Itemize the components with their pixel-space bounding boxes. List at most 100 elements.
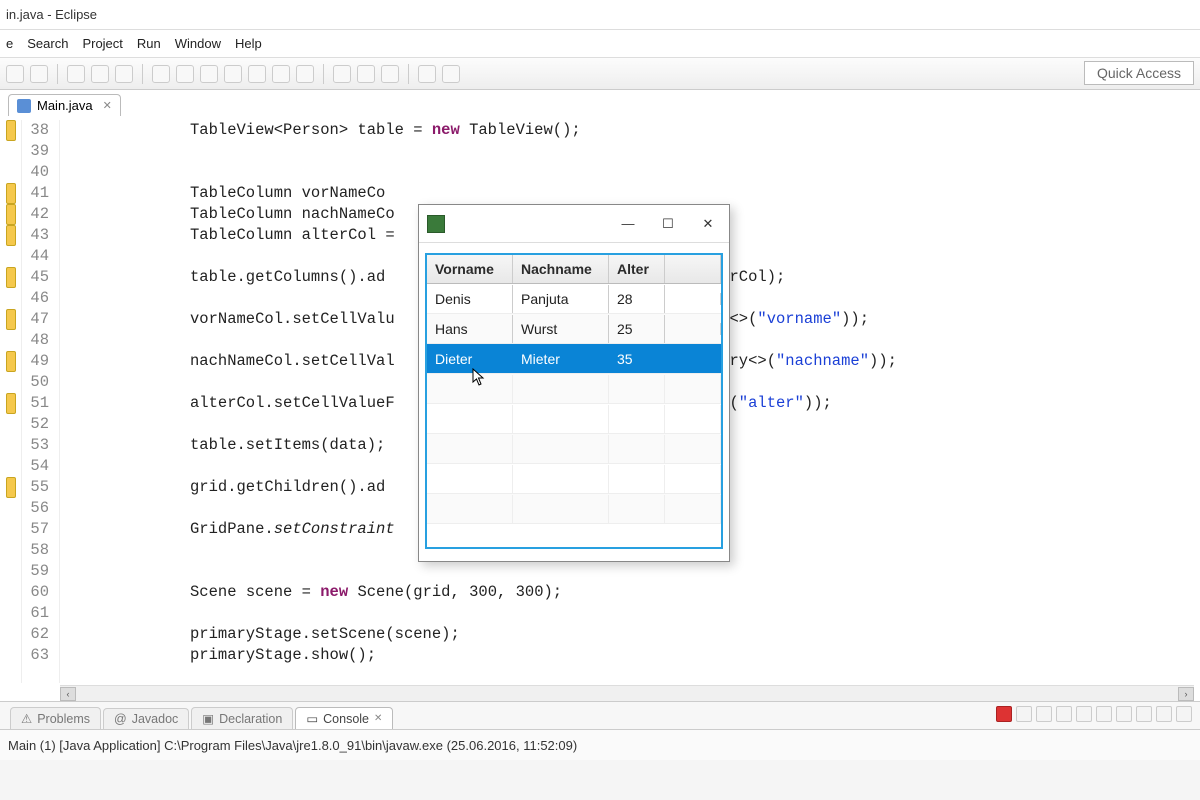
close-icon[interactable]: ✕ — [699, 215, 717, 233]
cell-alter: 25 — [609, 315, 665, 343]
cell-alter: 35 — [609, 345, 665, 373]
menu-item[interactable]: Run — [137, 36, 161, 51]
cell-nachname: Panjuta — [513, 285, 609, 313]
table-row-empty[interactable]: .... — [427, 434, 721, 464]
menu-item[interactable]: Window — [175, 36, 221, 51]
bottom-views-tabs: ⚠ Problems @ Javadoc ▣ Declaration ▭ Con… — [0, 702, 1200, 730]
terminate-icon[interactable] — [996, 706, 1012, 722]
table-row[interactable]: HansWurst25 — [427, 314, 721, 344]
toolbar-button[interactable] — [115, 65, 133, 83]
tab-declaration[interactable]: ▣ Declaration — [191, 707, 293, 729]
toolbar-button[interactable] — [272, 65, 290, 83]
popup-titlebar[interactable]: — ☐ ✕ — [419, 205, 729, 243]
scroll-left-icon[interactable]: ‹ — [60, 687, 76, 701]
editor-tab[interactable]: Main.java ✕ — [8, 94, 121, 116]
toolbar-button[interactable] — [357, 65, 375, 83]
toolbar-button[interactable] — [30, 65, 48, 83]
toolbar-button[interactable] — [418, 65, 436, 83]
toolbar-separator — [57, 64, 58, 84]
warning-icon[interactable] — [6, 351, 16, 372]
menu-item[interactable]: Search — [27, 36, 68, 51]
toolbar: Quick Access — [0, 58, 1200, 90]
table-row[interactable]: DenisPanjuta28 — [427, 284, 721, 314]
toolbar-button[interactable] — [152, 65, 170, 83]
close-icon[interactable]: ✕ — [374, 713, 382, 724]
warning-icon[interactable] — [6, 204, 16, 225]
tab-console[interactable]: ▭ Console ✕ — [295, 707, 393, 729]
warning-icon[interactable] — [6, 120, 16, 141]
table-header-row: Vorname Nachname Alter — [427, 255, 721, 284]
toolbar-button[interactable] — [6, 65, 24, 83]
warning-icon[interactable] — [6, 183, 16, 204]
column-header-nachname[interactable]: Nachname — [513, 255, 609, 283]
warning-icon[interactable] — [6, 309, 16, 330]
clear-console-icon[interactable] — [1056, 706, 1072, 722]
line-number-gutter: 3839404142434445464748495051525354555657… — [22, 120, 60, 683]
column-header-filler — [665, 255, 721, 283]
java-file-icon — [17, 99, 31, 113]
close-icon[interactable]: ✕ — [103, 99, 112, 112]
menu-item[interactable]: e — [6, 36, 13, 51]
open-console-icon[interactable] — [1136, 706, 1152, 722]
warning-icon[interactable] — [6, 393, 16, 414]
cell-nachname: Mieter — [513, 345, 609, 373]
javafx-window[interactable]: — ☐ ✕ Vorname Nachname Alter DenisPanjut… — [418, 204, 730, 562]
menu-item[interactable]: Help — [235, 36, 262, 51]
display-selected-icon[interactable] — [1116, 706, 1132, 722]
maximize-icon[interactable]: ☐ — [659, 215, 677, 233]
table-row-empty[interactable]: .... — [427, 464, 721, 494]
problems-icon: ⚠ — [21, 711, 32, 726]
toolbar-button[interactable] — [296, 65, 314, 83]
cell-alter: 28 — [609, 285, 665, 313]
column-header-alter[interactable]: Alter — [609, 255, 665, 283]
toolbar-button[interactable] — [442, 65, 460, 83]
console-toolbar — [996, 706, 1192, 722]
toolbar-separator — [323, 64, 324, 84]
toolbar-button[interactable] — [248, 65, 266, 83]
warning-icon[interactable] — [6, 225, 16, 246]
menu-bar: e Search Project Run Window Help — [0, 30, 1200, 58]
toolbar-button[interactable] — [224, 65, 242, 83]
javafx-app-icon — [427, 215, 445, 233]
toolbar-button[interactable] — [91, 65, 109, 83]
tab-label: Javadoc — [132, 712, 179, 726]
gutter-icons — [0, 120, 22, 683]
cell-vorname: Hans — [427, 315, 513, 343]
tab-javadoc[interactable]: @ Javadoc — [103, 708, 189, 729]
horizontal-scrollbar[interactable]: ‹ › — [60, 685, 1194, 701]
toolbar-button[interactable] — [200, 65, 218, 83]
maximize-icon[interactable] — [1176, 706, 1192, 722]
toolbar-button[interactable] — [67, 65, 85, 83]
declaration-icon: ▣ — [202, 711, 214, 726]
pin-console-icon[interactable] — [1096, 706, 1112, 722]
scroll-lock-icon[interactable] — [1076, 706, 1092, 722]
scroll-right-icon[interactable]: › — [1178, 687, 1194, 701]
console-icon: ▭ — [306, 711, 318, 726]
tab-label: Problems — [37, 712, 90, 726]
toolbar-separator — [408, 64, 409, 84]
minimize-icon[interactable] — [1156, 706, 1172, 722]
javadoc-icon: @ — [114, 712, 127, 726]
cell-vorname: Dieter — [427, 345, 513, 373]
cell-vorname: Denis — [427, 285, 513, 313]
warning-icon[interactable] — [6, 267, 16, 288]
remove-launch-icon[interactable] — [1016, 706, 1032, 722]
remove-all-icon[interactable] — [1036, 706, 1052, 722]
tab-label: Declaration — [219, 712, 282, 726]
menu-item[interactable]: Project — [82, 36, 122, 51]
column-header-vorname[interactable]: Vorname — [427, 255, 513, 283]
status-text: Main (1) [Java Application] C:\Program F… — [8, 738, 577, 753]
toolbar-button[interactable] — [333, 65, 351, 83]
tab-problems[interactable]: ⚠ Problems — [10, 707, 101, 729]
cell-filler — [665, 323, 721, 335]
cell-filler — [665, 293, 721, 305]
quick-access-label: Quick Access — [1097, 65, 1181, 81]
tableview[interactable]: Vorname Nachname Alter DenisPanjuta28Han… — [425, 253, 723, 549]
table-row-empty[interactable]: .... — [427, 404, 721, 434]
toolbar-button[interactable] — [381, 65, 399, 83]
toolbar-button[interactable] — [176, 65, 194, 83]
minimize-icon[interactable]: — — [619, 215, 637, 233]
quick-access-field[interactable]: Quick Access — [1084, 61, 1194, 85]
table-row-empty[interactable]: .... — [427, 494, 721, 524]
warning-icon[interactable] — [6, 477, 16, 498]
